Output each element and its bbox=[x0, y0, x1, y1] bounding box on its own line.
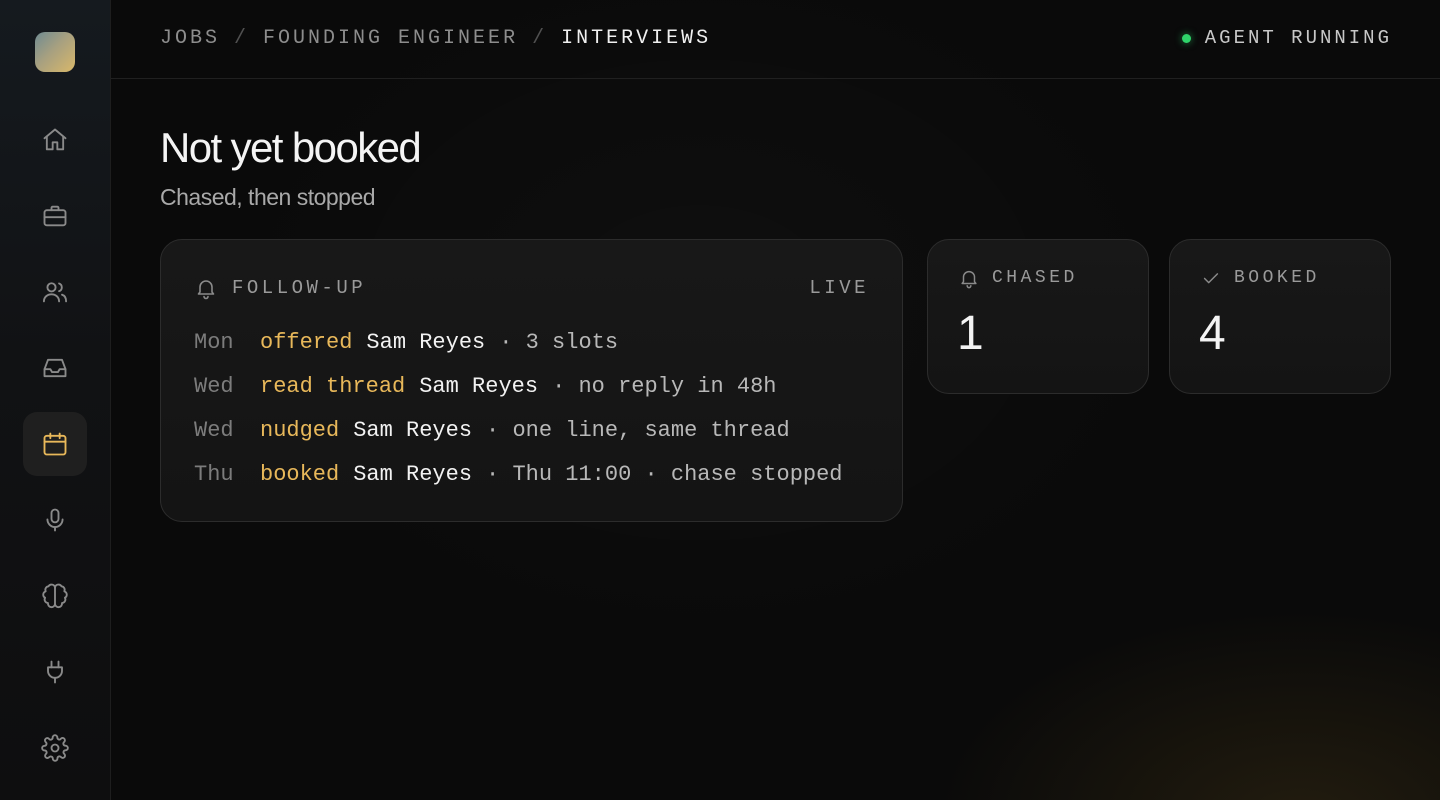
sidebar bbox=[0, 0, 111, 800]
candidate-name[interactable]: Sam Reyes bbox=[366, 330, 485, 355]
event-action: booked bbox=[260, 461, 340, 487]
list-item: Mon offered Sam Reyes · 3 slots bbox=[194, 320, 882, 364]
users-icon bbox=[42, 282, 68, 303]
event-action: read thread bbox=[260, 373, 406, 399]
list-item: Wed read thread Sam Reyes · no reply in … bbox=[194, 364, 882, 408]
sidebar-item-candidates[interactable] bbox=[23, 260, 87, 324]
status-dot-icon bbox=[1181, 33, 1191, 43]
check-icon bbox=[1203, 273, 1219, 284]
plug-icon bbox=[47, 660, 63, 684]
booked-stat-card[interactable]: BOOKED 4 bbox=[1169, 239, 1391, 394]
sidebar-item-home[interactable] bbox=[23, 108, 87, 172]
booked-count: 4 bbox=[1199, 307, 1226, 360]
event-day: Thu bbox=[194, 461, 234, 487]
home-icon bbox=[43, 128, 67, 151]
event-detail: · one line, same thread bbox=[486, 417, 790, 443]
agent-status: AGENT RUNNING bbox=[1181, 27, 1392, 49]
settings-icon bbox=[41, 734, 69, 762]
page-title: Not yet booked bbox=[160, 124, 422, 171]
bell-icon bbox=[197, 280, 215, 300]
event-detail: · Thu 11:00 · chase stopped bbox=[486, 461, 843, 487]
list-item: Wed nudged Sam Reyes · one line, same th… bbox=[194, 408, 882, 452]
event-detail: · no reply in 48h bbox=[552, 373, 777, 399]
brain-icon bbox=[42, 583, 68, 609]
sidebar-item-jobs[interactable] bbox=[23, 184, 87, 248]
booked-label: BOOKED bbox=[1234, 268, 1320, 288]
breadcrumb: JOBS / FOUNDING ENGINEER / INTERVIEWS bbox=[160, 27, 711, 50]
event-day: Wed bbox=[194, 373, 234, 399]
breadcrumb-jobs[interactable]: JOBS bbox=[160, 27, 220, 50]
candidate-name[interactable]: Sam Reyes bbox=[353, 418, 472, 443]
event-action: nudged bbox=[260, 417, 340, 443]
page-subtitle: Chased, then stopped bbox=[160, 184, 376, 210]
candidate-name[interactable]: Sam Reyes bbox=[353, 462, 472, 487]
followup-card: FOLLOW-UP LIVE Mon offered Sam Reyes · 3… bbox=[160, 239, 903, 522]
event-day: Mon bbox=[194, 329, 234, 355]
sidebar-item-settings[interactable] bbox=[23, 716, 87, 780]
sidebar-item-inbox[interactable] bbox=[23, 336, 87, 400]
followup-label: FOLLOW-UP bbox=[232, 277, 367, 299]
live-badge: LIVE bbox=[809, 277, 869, 299]
chased-label: CHASED bbox=[992, 268, 1078, 288]
briefcase-icon bbox=[43, 205, 67, 227]
chased-stat-card[interactable]: CHASED 1 bbox=[927, 239, 1149, 394]
sidebar-item-integrations[interactable] bbox=[23, 640, 87, 704]
app-logo[interactable] bbox=[35, 32, 75, 72]
sidebar-item-brain[interactable] bbox=[23, 564, 87, 628]
sidebar-item-voice[interactable] bbox=[23, 488, 87, 552]
event-action: offered bbox=[260, 329, 353, 355]
breadcrumb-separator: / bbox=[532, 27, 548, 50]
inbox-icon bbox=[43, 358, 67, 378]
top-bar: JOBS / FOUNDING ENGINEER / INTERVIEWS AG… bbox=[111, 0, 1440, 79]
microphone-icon bbox=[46, 508, 64, 532]
agent-status-label: AGENT RUNNING bbox=[1204, 27, 1392, 49]
chased-label-row: CHASED bbox=[958, 267, 1078, 289]
chased-count: 1 bbox=[957, 307, 984, 360]
event-detail: · 3 slots bbox=[499, 329, 619, 355]
booked-label-row: BOOKED bbox=[1200, 267, 1320, 289]
breadcrumb-interviews: INTERVIEWS bbox=[561, 27, 712, 50]
bell-icon bbox=[961, 270, 977, 289]
sidebar-item-interviews[interactable] bbox=[23, 412, 87, 476]
candidate-name[interactable]: Sam Reyes bbox=[419, 374, 538, 399]
followup-list: Mon offered Sam Reyes · 3 slots Wed read… bbox=[194, 320, 882, 496]
list-item: Thu booked Sam Reyes · Thu 11:00 · chase… bbox=[194, 452, 882, 496]
breadcrumb-separator: / bbox=[234, 27, 250, 50]
app-root: JOBS / FOUNDING ENGINEER / INTERVIEWS AG… bbox=[0, 0, 1440, 800]
calendar-icon bbox=[43, 432, 67, 456]
followup-header: FOLLOW-UP LIVE bbox=[194, 276, 869, 300]
event-day: Wed bbox=[194, 417, 234, 443]
breadcrumb-founding-engineer[interactable]: FOUNDING ENGINEER bbox=[263, 27, 518, 50]
